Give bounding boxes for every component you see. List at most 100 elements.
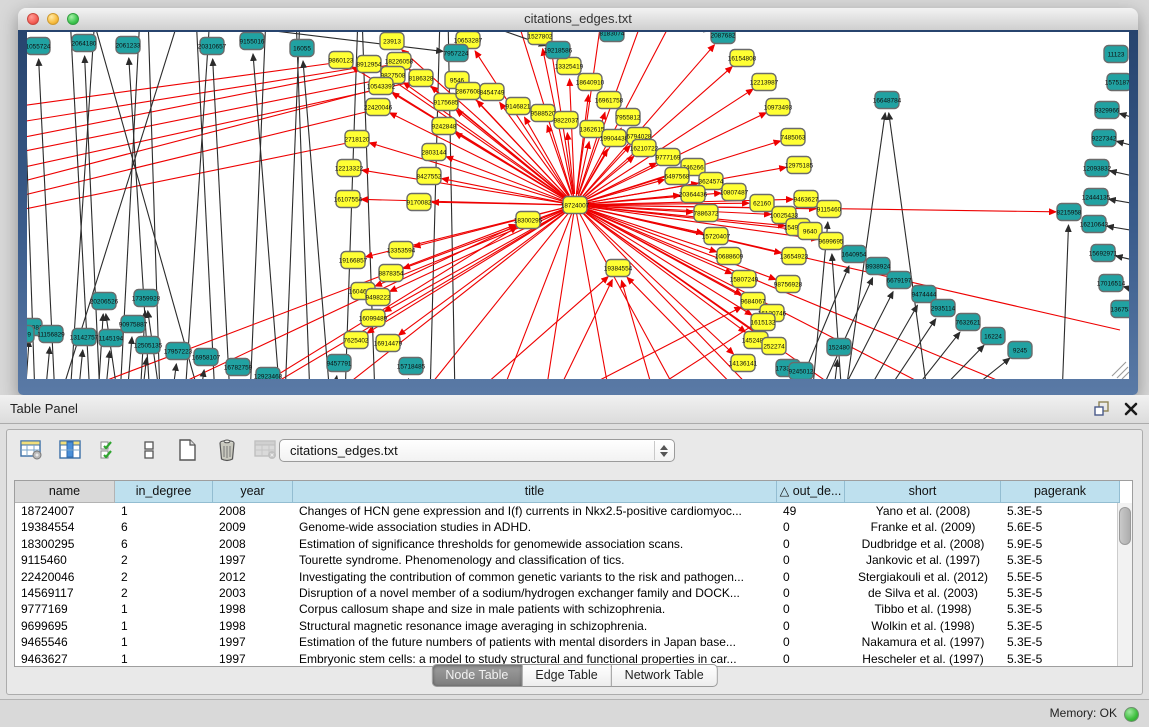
graph-node[interactable]: 16210722	[630, 140, 659, 157]
graph-node[interactable]: 98756928	[774, 276, 803, 293]
graph-node[interactable]: 8454749	[480, 84, 505, 101]
graph-node[interactable]: 9155016	[240, 33, 265, 50]
table-cell[interactable]: 0	[777, 536, 845, 552]
graph-node[interactable]: 13353594	[387, 242, 416, 259]
table-cell[interactable]: 5.3E-5	[1001, 503, 1120, 519]
graph-node[interactable]: 18640910	[576, 74, 605, 91]
column-header-title[interactable]: title	[293, 481, 777, 503]
network-graph[interactable]: 1872400718300295193845549860123891295418…	[27, 32, 1129, 379]
table-cell[interactable]: 9463627	[15, 651, 115, 667]
table-cell[interactable]: 2009	[213, 519, 293, 535]
graph-node[interactable]: 12975185	[785, 157, 814, 174]
table-cell[interactable]: 2	[115, 585, 213, 601]
graph-node[interactable]: 16648784	[873, 92, 902, 109]
graph-node[interactable]: 10543392	[367, 78, 396, 95]
graph-node[interactable]: 252274	[762, 338, 786, 355]
table-row[interactable]: 1938455462009Genome-wide association stu…	[15, 519, 1132, 535]
graph-node[interactable]: 19166857	[339, 252, 368, 269]
graph-node[interactable]: 1640954	[842, 246, 867, 263]
graph-node[interactable]: 9146821	[506, 98, 531, 115]
graph-node[interactable]: 14136141	[729, 355, 758, 372]
cell-unselect-icon[interactable]	[134, 436, 164, 464]
graph-node[interactable]: 9242848	[432, 118, 457, 135]
graph-node[interactable]: 15718485	[397, 358, 426, 375]
table-cell[interactable]: 1998	[213, 618, 293, 634]
table-row[interactable]: 969969511998Structural magnetic resonanc…	[15, 618, 1132, 634]
graph-node[interactable]: 16099489	[359, 310, 388, 327]
table-cell[interactable]: 1997	[213, 651, 293, 667]
graph-node[interactable]: 10688609	[715, 248, 744, 265]
table-cell[interactable]: 0	[777, 519, 845, 535]
graph-node[interactable]: 6497568	[665, 168, 690, 185]
column-header-short[interactable]: short	[845, 481, 1001, 503]
table-cell[interactable]: 0	[777, 552, 845, 568]
graph-node[interactable]: 7632621	[956, 314, 981, 331]
graph-node[interactable]: 13325419	[555, 58, 584, 75]
graph-node[interactable]: 16782759	[224, 359, 253, 376]
column-header-pagerank[interactable]: pagerank	[1001, 481, 1120, 503]
graph-node[interactable]: 7625402	[344, 332, 369, 349]
table-cell[interactable]: Corpus callosum shape and size in male p…	[293, 601, 777, 617]
table-cell[interactable]: Wolkin et al. (1998)	[845, 618, 1001, 634]
graph-node[interactable]: 19218586	[544, 42, 573, 59]
graph-node[interactable]: 9822037	[554, 112, 579, 129]
graph-node[interactable]: 12923468	[254, 368, 283, 380]
table-cell[interactable]: 0	[777, 634, 845, 650]
graph-node[interactable]: 39159	[27, 326, 34, 343]
graph-node[interactable]: 7886372	[694, 205, 719, 222]
table-cell[interactable]: Estimation of significance thresholds fo…	[293, 536, 777, 552]
graph-node[interactable]: 2061233	[116, 37, 141, 54]
graph-node[interactable]: 8912954	[357, 56, 382, 73]
table-cell[interactable]: 0	[777, 601, 845, 617]
table-row[interactable]: 1872400712008Changes of HCN gene express…	[15, 503, 1132, 519]
graph-node[interactable]: 7957224	[444, 45, 469, 62]
graph-node[interactable]: 12213987	[750, 74, 779, 91]
graph-node[interactable]: 18724007	[561, 197, 590, 214]
tab-network-table[interactable]: Network Table	[612, 664, 718, 687]
graph-node[interactable]: 9115460	[817, 201, 842, 218]
table-cell[interactable]: Genome-wide association studies in ADHD.	[293, 519, 777, 535]
graph-node[interactable]: 13654923	[780, 248, 809, 265]
table-cell[interactable]: 2	[115, 569, 213, 585]
table-cell[interactable]: Estimation of the future numbers of pati…	[293, 634, 777, 650]
graph-node[interactable]: 13142757	[70, 329, 99, 346]
table-cell[interactable]: 5.3E-5	[1001, 634, 1120, 650]
table-row[interactable]: 977716911998Corpus callosum shape and si…	[15, 601, 1132, 617]
table-cell[interactable]: Disruption of a novel member of a sodium…	[293, 585, 777, 601]
row-select-icon[interactable]	[95, 436, 125, 464]
table-cell[interactable]: 1998	[213, 601, 293, 617]
table-cell[interactable]: Nakamura et al. (1997)	[845, 634, 1001, 650]
table-cell[interactable]: 18724007	[15, 503, 115, 519]
table-row[interactable]: 1456911722003Disruption of a novel membe…	[15, 585, 1132, 601]
table-cell[interactable]: 5.3E-5	[1001, 601, 1120, 617]
table-cell[interactable]: Changes of HCN gene expression and I(f) …	[293, 503, 777, 519]
table-row[interactable]: 2242004622012Investigating the contribut…	[15, 569, 1132, 585]
table-cell[interactable]: 5.6E-5	[1001, 519, 1120, 535]
graph-node[interactable]: 2867608	[456, 83, 481, 100]
new-document-icon[interactable]	[173, 436, 203, 464]
graph-node[interactable]: 8186328	[409, 70, 434, 87]
graph-node[interactable]: 8938924	[866, 258, 891, 275]
graph-node[interactable]: 16055	[290, 40, 314, 57]
graph-node[interactable]: 9699695	[819, 233, 844, 250]
graph-node[interactable]: 16107554	[334, 191, 363, 208]
graph-node[interactable]: 10807487	[720, 184, 749, 201]
graph-node[interactable]: 9498222	[366, 289, 391, 306]
table-cell[interactable]: 2	[115, 552, 213, 568]
table-cell[interactable]: 0	[777, 569, 845, 585]
graph-node[interactable]: 16961758	[595, 92, 624, 109]
graph-node[interactable]: 1145194	[99, 330, 124, 347]
table-row[interactable]: 1830029562008Estimation of significance …	[15, 536, 1132, 552]
graph-node[interactable]: 9329966	[1095, 102, 1120, 119]
table-cell[interactable]: 9699695	[15, 618, 115, 634]
table-cell[interactable]: 5.3E-5	[1001, 651, 1120, 667]
table-cell[interactable]: 0	[777, 618, 845, 634]
table-cell[interactable]: Structural magnetic resonance image aver…	[293, 618, 777, 634]
table-cell[interactable]: 1	[115, 503, 213, 519]
graph-node[interactable]: 15751874	[1105, 74, 1129, 91]
table-cell[interactable]: Hescheler et al. (1997)	[845, 651, 1001, 667]
table-cell[interactable]: 2012	[213, 569, 293, 585]
table-cell[interactable]: Jankovic et al. (1997)	[845, 552, 1001, 568]
graph-node[interactable]: 6679197	[887, 272, 912, 289]
table-cell[interactable]: de Silva et al. (2003)	[845, 585, 1001, 601]
